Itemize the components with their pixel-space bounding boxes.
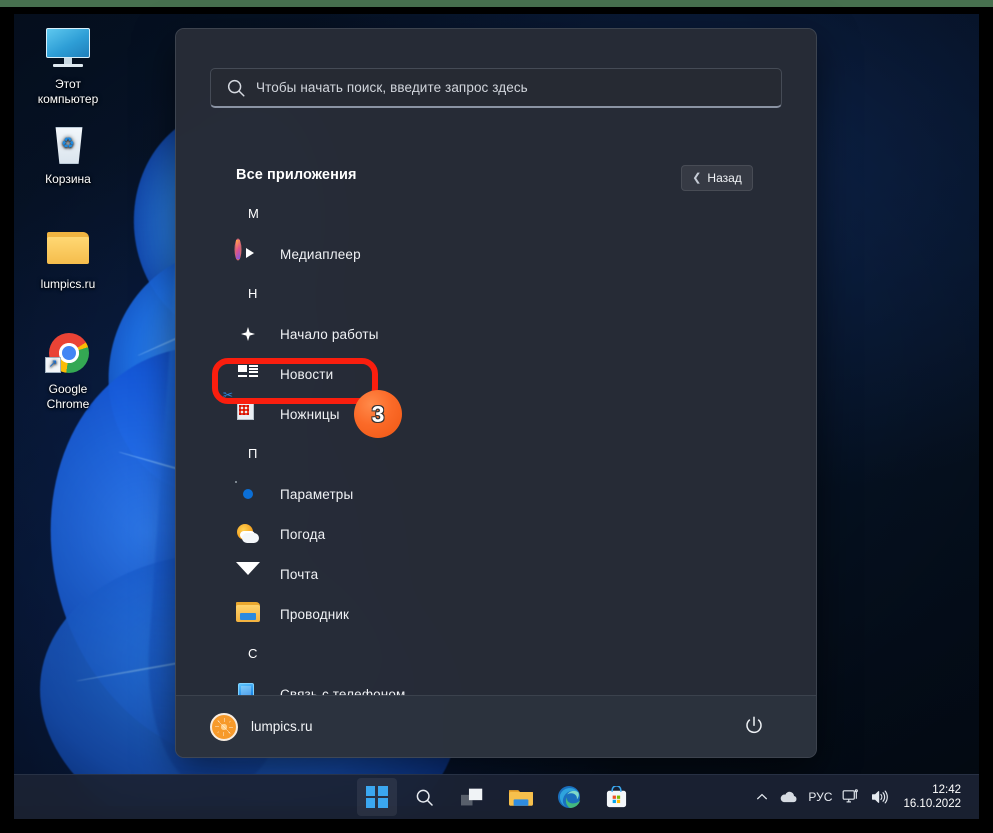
tray-overflow-button[interactable] <box>755 790 769 804</box>
annotation-step-badge: 3 <box>354 390 402 438</box>
folder-icon <box>42 224 94 272</box>
microsoft-edge-icon <box>557 786 580 808</box>
snipping-tool-icon: ✂ <box>223 389 260 426</box>
volume-icon <box>872 790 889 804</box>
language-indicator[interactable]: РУС <box>808 790 832 804</box>
desktop-icon-lumpics-folder[interactable]: lumpics.ru <box>22 224 114 292</box>
system-tray: РУС 12:42 16.10.2022 <box>755 775 971 819</box>
onedrive-cloud-icon <box>781 791 797 803</box>
frame-top <box>0 7 993 14</box>
list-item-label: Почта <box>280 566 319 582</box>
desktop-icon-label: Этот <box>55 77 81 91</box>
clock-time: 12:42 <box>932 784 961 796</box>
settings-icon <box>236 482 260 506</box>
list-item-get-started[interactable]: Начало работы <box>176 314 816 354</box>
list-item-settings[interactable]: Параметры <box>176 474 816 514</box>
chevron-left-icon: ❮ <box>692 171 702 184</box>
list-item-phone-link[interactable]: Связь с телефоном <box>176 674 816 697</box>
desktop-icon-label: Корзина <box>45 172 91 186</box>
desktop-icon-label: Google <box>48 382 88 396</box>
list-letter-header: С <box>248 646 258 661</box>
frame-right <box>979 7 993 833</box>
desktop-icon-label: lumpics.ru <box>40 277 96 291</box>
avatar[interactable] <box>210 712 238 741</box>
desktop-icon-google-chrome[interactable]: ↗ Google Chrome <box>22 329 114 412</box>
list-item-file-explorer[interactable]: Проводник <box>176 594 816 634</box>
search-input[interactable]: Чтобы начать поиск, введите запрос здесь <box>210 68 782 108</box>
search-placeholder: Чтобы начать поиск, введите запрос здесь <box>256 80 528 95</box>
list-letter-header: М <box>248 206 259 221</box>
search-button[interactable] <box>405 778 445 816</box>
shortcut-arrow-icon: ↗ <box>45 357 61 373</box>
file-explorer-button[interactable] <box>501 778 541 816</box>
all-apps-title: Все приложения <box>236 167 357 183</box>
user-name[interactable]: lumpics.ru <box>251 719 313 734</box>
frame-left <box>0 7 14 833</box>
taskbar-clock[interactable]: 12:42 16.10.2022 <box>899 783 971 811</box>
list-letter-header: П <box>248 446 258 461</box>
taskbar-buttons <box>356 775 637 819</box>
media-player-icon <box>236 240 260 266</box>
list-item-label: Ножницы <box>280 406 340 422</box>
store-button[interactable] <box>597 778 637 816</box>
onedrive-tray-icon[interactable] <box>779 790 798 804</box>
mail-icon <box>236 562 260 586</box>
taskbar[interactable]: РУС 12:42 16.10.2022 <box>14 774 979 819</box>
list-item-label: Проводник <box>280 606 350 622</box>
windows-logo-icon <box>365 786 388 808</box>
desktop-icon-label: Chrome <box>46 397 90 411</box>
edge-button[interactable] <box>549 778 589 816</box>
all-apps-list[interactable]: М Медиаплеер Н Начало работы Новости ✂ Н… <box>176 194 816 696</box>
task-view-button[interactable] <box>453 778 493 816</box>
get-started-icon <box>236 322 260 346</box>
list-item-label: Медиаплеер <box>280 246 361 262</box>
network-tray-icon[interactable] <box>842 789 860 805</box>
list-item-label: Погода <box>280 526 326 542</box>
list-item-media-player[interactable]: Медиаплеер <box>176 234 816 274</box>
back-button-label: Назад <box>707 171 742 185</box>
desktop-icon-this-pc[interactable]: Этот компьютер <box>22 24 114 107</box>
top-green-strip <box>0 0 993 7</box>
weather-icon <box>236 522 260 546</box>
annotation-highlight-box <box>212 358 378 404</box>
list-letter-header: Н <box>248 286 258 301</box>
volume-tray-icon[interactable] <box>870 789 889 805</box>
back-button[interactable]: ❮ Назад <box>681 165 753 191</box>
phone-link-icon <box>236 682 260 696</box>
list-item-label: Параметры <box>280 486 354 502</box>
google-chrome-icon: ↗ <box>42 329 94 377</box>
list-item-weather[interactable]: Погода <box>176 514 816 554</box>
recycle-bin-icon: ♻ <box>42 119 94 167</box>
task-view-icon <box>461 788 483 805</box>
start-menu-footer: lumpics.ru <box>176 695 816 757</box>
folder-icon <box>508 789 533 806</box>
start-button[interactable] <box>356 778 397 816</box>
list-item-mail[interactable]: Почта <box>176 554 816 594</box>
list-item-label: Начало работы <box>280 326 379 342</box>
search-icon <box>416 789 433 806</box>
clock-date: 16.10.2022 <box>903 798 961 810</box>
network-icon <box>843 789 859 803</box>
desktop-icon-label: компьютер <box>37 92 99 106</box>
power-icon[interactable] <box>742 714 766 738</box>
this-pc-icon <box>42 24 94 72</box>
screen: Этот компьютер ♻ Корзина lumpics.ru ↗ Go… <box>0 0 993 833</box>
microsoft-store-icon <box>606 785 627 807</box>
chevron-up-icon <box>757 793 768 800</box>
desktop-icon-recycle-bin[interactable]: ♻ Корзина <box>22 119 114 187</box>
search-icon <box>227 79 245 97</box>
file-explorer-icon <box>236 602 260 626</box>
